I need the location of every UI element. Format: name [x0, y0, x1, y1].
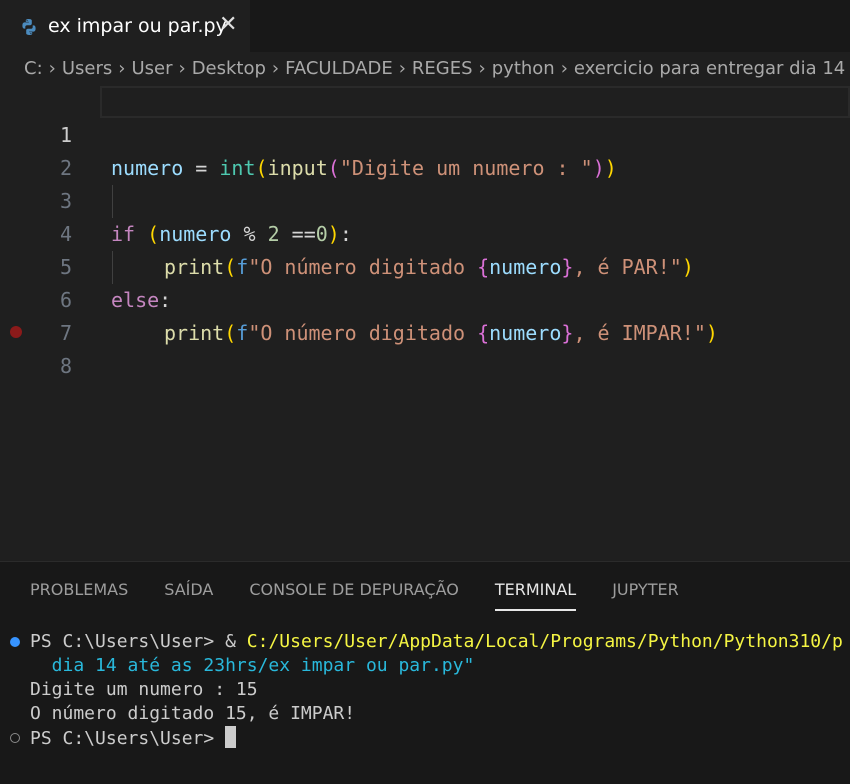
bottom-panel: PROBLEMAS SAÍDA CONSOLE DE DEPURAÇÃO TER… — [0, 561, 850, 784]
tab-debug-console[interactable]: CONSOLE DE DEPURAÇÃO — [249, 580, 458, 611]
terminal-line: PS C:\Users\User> & C:/Users/User/AppDat… — [30, 630, 843, 654]
code-line[interactable]: 6 print(f"O número digitado {numero}, é … — [0, 251, 850, 345]
code-line[interactable]: 7 — [0, 284, 850, 345]
chevron-right-icon: › — [118, 58, 126, 79]
python-icon — [22, 19, 36, 35]
chevron-right-icon: › — [271, 58, 280, 79]
breadcrumb-item[interactable]: Users — [62, 58, 112, 79]
terminal-line: PS C:\Users\User> — [30, 726, 237, 750]
breadcrumb-item[interactable]: exercicio para entregar dia 14 a — [574, 58, 850, 79]
chevron-right-icon: › — [478, 58, 486, 79]
editor-tab-bar: ex impar ou par.py ✕ — [0, 0, 850, 53]
breadcrumb-item[interactable]: Desktop — [192, 58, 266, 79]
breadcrumb-item[interactable]: User — [131, 58, 172, 79]
chevron-right-icon: › — [398, 58, 406, 79]
panel-tabs: PROBLEMAS SAÍDA CONSOLE DE DEPURAÇÃO TER… — [30, 580, 715, 611]
breadcrumb-item[interactable]: REGES — [412, 58, 473, 79]
tab-title: ex impar ou par.py — [48, 15, 227, 37]
close-icon[interactable]: ✕ — [219, 12, 237, 38]
tab-terminal[interactable]: TERMINAL — [494, 580, 577, 611]
tab-jupyter[interactable]: JUPYTER — [612, 580, 679, 611]
terminal-prompt: PS C:\Users\User> — [30, 728, 226, 749]
command-pending-icon[interactable] — [10, 733, 20, 743]
tab-output[interactable]: SAÍDA — [164, 580, 213, 611]
breadcrumb-item[interactable]: FACULDADE — [285, 58, 393, 79]
tab-problems[interactable]: PROBLEMAS — [30, 580, 128, 611]
command-success-icon[interactable] — [10, 637, 20, 647]
code-line[interactable]: 4 print(f"O número digitado {numero}, é … — [0, 185, 850, 279]
terminal-line: O número digitado 15, é IMPAR! — [30, 703, 356, 724]
code-line[interactable]: 8 — [0, 317, 850, 378]
terminal-text: & — [225, 631, 247, 652]
terminal-prompt: PS C:\Users\User> — [30, 631, 226, 652]
terminal-line: dia 14 até as 23hrs/ex impar ou par.py" — [30, 655, 475, 676]
code-line[interactable]: 5 else: — [0, 218, 850, 312]
code-line[interactable]: 3 if (numero % 2 ==0): — [0, 152, 850, 246]
code-line[interactable]: 2 — [0, 119, 850, 180]
line-number: 8 — [59, 354, 72, 378]
breadcrumb: C: › Users › User › Desktop › FACULDADE … — [0, 52, 850, 86]
breadcrumb-item[interactable]: python — [492, 58, 555, 79]
chevron-right-icon: › — [560, 58, 568, 79]
terminal-path: C:/Users/User/AppData/Local/Programs/Pyt… — [246, 631, 843, 652]
code-editor[interactable]: 1 numero = int(input("Digite um numero :… — [0, 86, 850, 561]
chevron-right-icon: › — [178, 58, 186, 79]
code-line[interactable]: 1 numero = int(input("Digite um numero :… — [0, 86, 850, 180]
terminal-cursor — [225, 726, 237, 748]
chevron-right-icon: › — [48, 58, 56, 79]
editor-tab[interactable]: ex impar ou par.py ✕ — [0, 0, 250, 53]
terminal-line: Digite um numero : 15 — [30, 679, 258, 700]
breadcrumb-item[interactable]: C: — [24, 58, 43, 79]
